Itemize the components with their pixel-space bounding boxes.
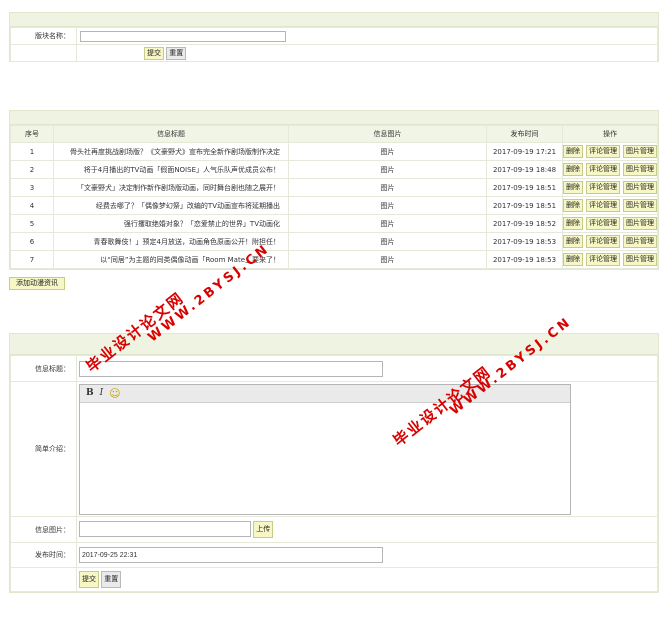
row-image: 图片 [288, 196, 487, 215]
col-header-image: 信息图片 [288, 125, 487, 143]
table-row: 3 「文豪野犬」决定制作新作剧场版动画，同时舞台剧也随之展开！ 图片 2017-… [10, 178, 658, 197]
news-time-input[interactable] [79, 547, 383, 563]
news-reset-button[interactable]: 重置 [101, 571, 122, 588]
delete-button[interactable]: 删除 [563, 163, 583, 176]
col-header-ops: 操作 [562, 125, 658, 143]
news-list-panel: 序号 信息标题 信息图片 发布时间 操作 1 骨头社再度挑战剧场版？《文豪野犬》… [9, 110, 659, 270]
board-form-table: 版块名称： 提交 重置 [10, 27, 658, 62]
table-row: 6 青春歌舞伎！」预定4月放送，动画角色原画公开！附担任！ 图片 2017-09… [10, 232, 658, 251]
row-time: 2017-09-19 18:53 [486, 232, 563, 251]
row-title: 「文豪野犬」决定制作新作剧场版动画，同时舞台剧也随之展开！ [53, 178, 289, 197]
col-header-time: 发布时间 [486, 125, 563, 143]
news-time-label: 发布时间： [10, 542, 77, 568]
row-time: 2017-09-19 18:51 [486, 178, 563, 197]
news-intro-label: 简单介绍： [10, 381, 77, 517]
news-title-input[interactable] [79, 360, 383, 377]
comments-button[interactable]: 评论管理 [586, 199, 620, 212]
col-header-title: 信息标题 [53, 125, 289, 143]
row-no: 6 [10, 232, 54, 251]
comments-button[interactable]: 评论管理 [586, 235, 620, 248]
comments-button[interactable]: 评论管理 [586, 145, 620, 158]
images-button[interactable]: 图片管理 [623, 145, 657, 158]
row-image: 图片 [288, 142, 487, 161]
row-title: 骨头社再度挑战剧场版？《文豪野犬》宣布完全新作剧场版制作决定 [53, 142, 289, 161]
images-button[interactable]: 图片管理 [623, 163, 657, 176]
news-table: 序号 信息标题 信息图片 发布时间 操作 1 骨头社再度挑战剧场版？《文豪野犬》… [10, 125, 658, 269]
intro-editor[interactable]: B I ☺ [79, 383, 571, 515]
news-title-label: 信息标题： [10, 355, 77, 382]
delete-button[interactable]: 删除 [563, 235, 583, 248]
row-no: 2 [10, 160, 54, 179]
row-title: 将于4月播出的TV动画「假面NOISE」人气乐队声优成员公布！ [53, 160, 289, 179]
images-button[interactable]: 图片管理 [623, 199, 657, 212]
row-image: 图片 [288, 232, 487, 251]
row-time: 2017-09-19 18:51 [486, 196, 563, 215]
delete-button[interactable]: 删除 [563, 253, 583, 266]
row-time: 2017-09-19 18:53 [486, 250, 563, 269]
images-button[interactable]: 图片管理 [623, 181, 657, 194]
row-no: 4 [10, 196, 54, 215]
table-row: 2 将于4月播出的TV动画「假面NOISE」人气乐队声优成员公布！ 图片 201… [10, 160, 658, 179]
images-button[interactable]: 图片管理 [623, 217, 657, 230]
upload-button[interactable]: 上传 [253, 521, 274, 538]
smiley-icon[interactable]: ☺ [109, 387, 120, 400]
row-time: 2017-09-19 17:21 [486, 142, 563, 161]
news-image-label: 信息图片： [10, 516, 77, 543]
row-image: 图片 [288, 160, 487, 179]
board-reset-button[interactable]: 重置 [166, 46, 187, 60]
row-image: 图片 [288, 214, 487, 233]
row-title: 经费去哪了？「偶像梦幻祭」改编的TV动画宣布将延期播出 [53, 196, 289, 215]
images-button[interactable]: 图片管理 [623, 253, 657, 266]
news-submit-button[interactable]: 提交 [79, 571, 99, 588]
row-time: 2017-09-19 18:48 [486, 160, 563, 179]
table-row: 4 经费去哪了？「偶像梦幻祭」改编的TV动画宣布将延期播出 图片 2017-09… [10, 196, 658, 215]
board-name-input[interactable] [80, 30, 286, 42]
board-name-label: 版块名称： [10, 27, 77, 45]
news-image-input[interactable] [79, 521, 251, 537]
board-submit-button[interactable]: 提交 [144, 46, 164, 60]
images-button[interactable]: 图片管理 [623, 235, 657, 248]
news-list-header [10, 111, 658, 125]
news-form-panel: 信息标题： 简单介绍： B I ☺ 信息图片： 上传 发布时间： 2017-09… [9, 333, 659, 593]
delete-button[interactable]: 删除 [563, 217, 583, 230]
row-no: 5 [10, 214, 54, 233]
col-header-no: 序号 [10, 125, 54, 143]
row-image: 图片 [288, 178, 487, 197]
row-title: 强行攫取绝婚对象？「恋爱禁止的世界」TV动画化 [53, 214, 289, 233]
news-form-table: 信息标题： 简单介绍： B I ☺ 信息图片： 上传 发布时间： 2017-09… [10, 355, 658, 592]
add-news-button[interactable]: 添加动漫资讯 [9, 277, 65, 290]
italic-button[interactable]: I [100, 388, 104, 398]
row-no: 1 [10, 142, 54, 161]
board-form-header [10, 13, 658, 27]
comments-button[interactable]: 评论管理 [586, 253, 620, 266]
table-row: 1 骨头社再度挑战剧场版？《文豪野犬》宣布完全新作剧场版制作决定 图片 2017… [10, 142, 658, 161]
delete-button[interactable]: 删除 [563, 181, 583, 194]
table-row: 7 以“同居”为主题的同类偶像动画「Room Mate」要来了！ 图片 2017… [10, 250, 658, 269]
board-form-panel: 版块名称： 提交 重置 [9, 12, 659, 62]
row-no: 3 [10, 178, 54, 197]
delete-button[interactable]: 删除 [563, 199, 583, 212]
row-time: 2017-09-19 18:52 [486, 214, 563, 233]
row-image: 图片 [288, 250, 487, 269]
comments-button[interactable]: 评论管理 [586, 181, 620, 194]
table-row: 5 强行攫取绝婚对象？「恋爱禁止的世界」TV动画化 图片 2017-09-19 … [10, 214, 658, 233]
row-no: 7 [10, 250, 54, 269]
bold-button[interactable]: B [86, 388, 94, 398]
comments-button[interactable]: 评论管理 [586, 163, 620, 176]
delete-button[interactable]: 删除 [563, 145, 583, 158]
comments-button[interactable]: 评论管理 [586, 217, 620, 230]
